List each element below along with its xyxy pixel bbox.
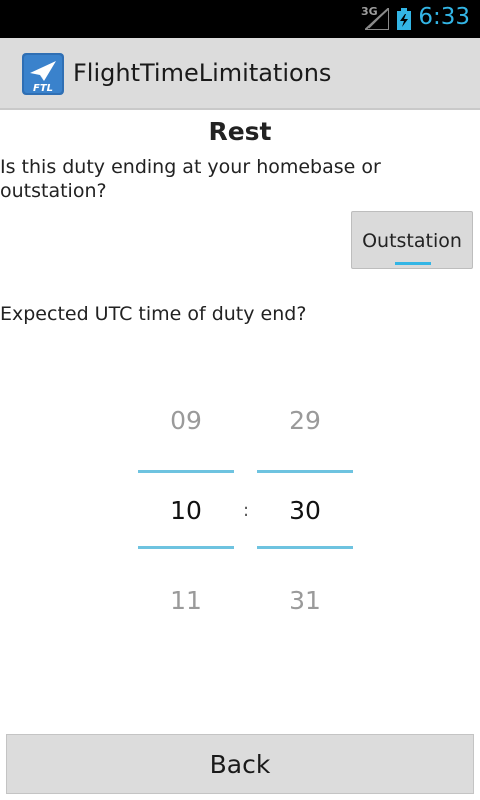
back-button-label: Back <box>209 750 271 779</box>
status-clock: 6:33 <box>418 4 470 30</box>
hour-divider-bottom <box>138 546 234 549</box>
hour-next[interactable]: 11 <box>138 586 234 615</box>
minute-prev[interactable]: 29 <box>257 406 353 435</box>
minute-current[interactable]: 30 <box>257 496 353 525</box>
back-button[interactable]: Back <box>6 734 474 794</box>
time-separator: : <box>243 500 250 521</box>
hour-divider-top <box>138 470 234 473</box>
action-bar: FTL FlightTimeLimitations <box>0 38 480 110</box>
page-heading: Rest <box>208 117 272 146</box>
location-question: Is this duty ending at your homebase or … <box>0 156 381 202</box>
minute-divider-top <box>257 470 353 473</box>
toggle-label: Outstation <box>362 230 462 252</box>
app-logo-text: FTL <box>33 83 53 94</box>
battery-charging-icon <box>397 8 411 30</box>
signal-icon <box>365 8 389 30</box>
hour-current[interactable]: 10 <box>138 496 234 525</box>
hour-picker[interactable]: 09 10 11 <box>138 390 234 630</box>
status-bar: 3G 6:33 <box>0 0 480 38</box>
time-question: Expected UTC time of duty end? <box>0 303 307 325</box>
hour-prev[interactable]: 09 <box>138 406 234 435</box>
app-logo-icon[interactable]: FTL <box>22 53 64 95</box>
minute-next[interactable]: 31 <box>257 586 353 615</box>
outstation-toggle-button[interactable]: Outstation <box>351 211 473 269</box>
minute-divider-bottom <box>257 546 353 549</box>
app-title: FlightTimeLimitations <box>73 59 332 87</box>
minute-picker[interactable]: 29 30 31 <box>257 390 353 630</box>
toggle-indicator <box>395 262 431 265</box>
